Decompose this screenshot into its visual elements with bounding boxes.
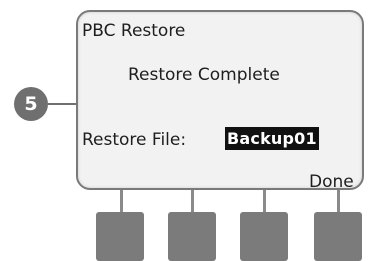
step-callout-badge: 5 [14,87,48,121]
softkey-connector-1 [120,190,123,212]
screen-title: PBC Restore [82,21,186,41]
softkey-button-3[interactable] [240,212,288,261]
softkey-button-1[interactable] [96,212,144,261]
restore-file-label: Restore File: [82,130,187,150]
restore-file-value[interactable]: Backup01 [225,127,319,150]
done-button[interactable] [314,212,362,261]
softkey-connector-4 [337,190,340,212]
done-softkey-label: Done [309,172,354,192]
softkey-button-2[interactable] [168,212,216,261]
softkey-connector-2 [191,190,194,212]
lcd-screen: PBC Restore Restore Complete Restore Fil… [76,10,364,192]
step-callout-line [48,103,78,105]
softkey-connector-3 [263,190,266,212]
status-message: Restore Complete [128,65,280,85]
